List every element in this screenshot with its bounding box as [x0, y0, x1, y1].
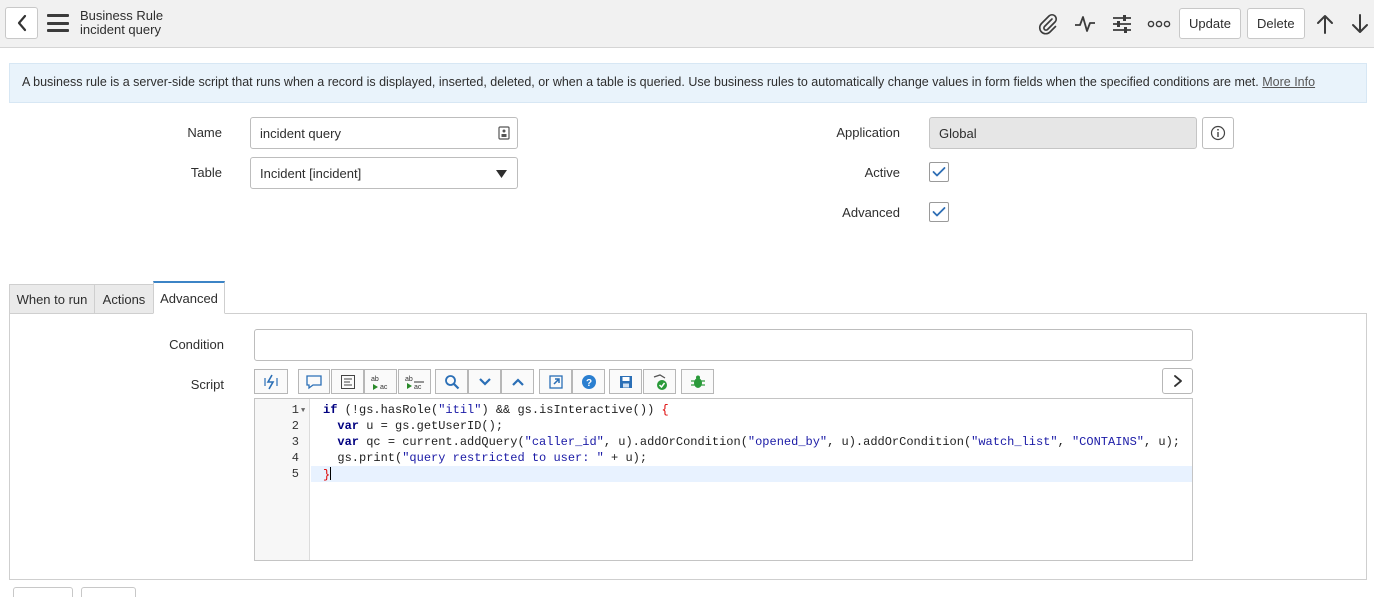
condition-label: Condition: [169, 337, 224, 352]
line-number: 5: [291, 467, 299, 481]
format-icon: [340, 374, 355, 389]
check-syntax-button[interactable]: [643, 369, 676, 394]
arrow-up-icon[interactable]: [1313, 12, 1337, 36]
chevron-right-icon: [1173, 375, 1182, 387]
line-number: 1: [291, 403, 299, 417]
more-info-link[interactable]: More Info: [1262, 75, 1315, 89]
tab-advanced[interactable]: Advanced: [153, 281, 225, 314]
code-line: var qc = current.addQuery("caller_id", u…: [337, 435, 1181, 449]
table-select[interactable]: Incident [incident]: [250, 157, 518, 189]
find-next-icon: [478, 377, 491, 386]
replace-all-button[interactable]: ab ac: [398, 369, 431, 394]
svg-text:ab: ab: [371, 376, 379, 383]
format-code-button[interactable]: [254, 369, 288, 394]
format-button[interactable]: [331, 369, 364, 394]
tab-actions[interactable]: Actions: [94, 284, 154, 314]
code-line: if (!gs.hasRole("itil") && gs.isInteract…: [323, 403, 669, 417]
update-button[interactable]: Update: [1179, 8, 1241, 39]
find-previous-button[interactable]: [501, 369, 534, 394]
code-line: }: [323, 467, 332, 482]
active-label: Active: [864, 165, 900, 180]
svg-text:ab: ab: [405, 376, 413, 383]
checkmark-icon: [932, 207, 946, 217]
debug-icon: [690, 375, 705, 388]
back-button[interactable]: [5, 7, 38, 39]
search-button[interactable]: [435, 369, 468, 394]
save-button[interactable]: [609, 369, 642, 394]
advanced-checkbox[interactable]: [929, 202, 949, 222]
arrow-down-icon[interactable]: [1348, 12, 1372, 36]
replace-button[interactable]: ab ac: [364, 369, 397, 394]
help-icon: ?: [581, 374, 596, 389]
code-line: var u = gs.getUserID();: [337, 419, 504, 433]
checkmark-icon: [932, 167, 946, 177]
line-number: 2: [291, 419, 299, 433]
fullscreen-button[interactable]: [539, 369, 572, 394]
dropdown-arrow-icon: [496, 170, 507, 178]
script-label: Script: [190, 377, 224, 392]
record-type-label: Business Rule: [80, 8, 164, 23]
delete-button[interactable]: Delete: [1247, 8, 1305, 39]
check-syntax-icon: [653, 373, 667, 390]
activity-icon[interactable]: [1073, 12, 1097, 36]
record-name-label: incident query: [80, 22, 161, 37]
save-icon: [619, 375, 632, 388]
svg-text:ac: ac: [380, 384, 388, 390]
svg-text:ac: ac: [414, 384, 422, 390]
field-info-icon[interactable]: [498, 126, 510, 140]
fold-arrow-icon[interactable]: ▼: [301, 407, 305, 415]
table-label: Table: [190, 165, 222, 180]
comment-icon: [306, 374, 322, 389]
application-info-button[interactable]: [1202, 117, 1234, 149]
debug-button[interactable]: [681, 369, 714, 394]
bottom-action-button[interactable]: [13, 587, 73, 597]
more-options-icon[interactable]: [1147, 12, 1171, 36]
page-title: Business Rule incident query: [80, 9, 163, 37]
tab-when-to-run[interactable]: When to run: [9, 284, 95, 314]
format-code-icon: [264, 374, 278, 389]
replace-all-icon: abac: [405, 376, 424, 390]
active-line-highlight: [311, 466, 1192, 482]
expand-toolbar-button[interactable]: [1162, 368, 1193, 394]
application-field: Global: [929, 117, 1197, 149]
banner-text: A business rule is a server-side script …: [22, 75, 1259, 89]
toggle-comment-button[interactable]: [298, 369, 330, 394]
line-number: 4: [291, 451, 299, 465]
name-field[interactable]: incident query: [250, 117, 518, 149]
application-label: Application: [836, 125, 900, 140]
svg-text:?: ?: [585, 378, 591, 389]
info-banner: A business rule is a server-side script …: [9, 63, 1367, 103]
line-number: 3: [291, 435, 299, 449]
fullscreen-icon: [548, 374, 563, 389]
name-value: incident query: [260, 125, 341, 141]
bottom-action-button[interactable]: [81, 587, 136, 597]
replace-icon: abac: [371, 376, 388, 390]
find-next-button[interactable]: [468, 369, 501, 394]
help-button[interactable]: ?: [572, 369, 605, 394]
info-icon: [1210, 125, 1226, 141]
paperclip-icon[interactable]: [1036, 12, 1060, 36]
line-number-gutter: 1 ▼ 2 3 4 5: [255, 399, 310, 560]
active-checkbox[interactable]: [929, 162, 949, 182]
text-cursor: [330, 467, 332, 480]
code-line: gs.print("query restricted to user: " + …: [323, 451, 648, 465]
hamburger-menu-icon[interactable]: [47, 14, 69, 32]
advanced-label: Advanced: [842, 205, 900, 220]
condition-input[interactable]: [254, 329, 1193, 361]
name-label: Name: [187, 125, 222, 140]
script-editor[interactable]: 1 ▼ 2 3 4 5 if (!gs.hasRole("itil") && g…: [254, 398, 1193, 561]
find-prev-icon: [511, 377, 524, 386]
chevron-left-icon: [17, 14, 26, 32]
search-icon: [444, 374, 459, 389]
application-value: Global: [939, 125, 977, 141]
table-value: Incident [incident]: [260, 165, 362, 181]
settings-sliders-icon[interactable]: [1110, 12, 1134, 36]
form-header: Business Rule incident query Update Dele…: [0, 0, 1374, 48]
